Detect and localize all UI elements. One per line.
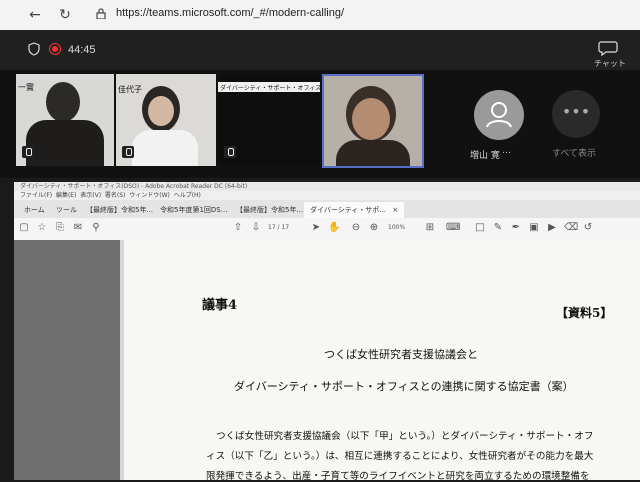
document-title: つくば女性研究者支援協議会と	[324, 348, 478, 361]
tab-document[interactable]: 【最終版】令和5年...	[230, 202, 309, 218]
pen-icon[interactable]: ✎	[492, 222, 504, 234]
tab-document[interactable]: 【最終版】令和5年...	[80, 202, 159, 218]
pdf-page[interactable]: 議事4 【資料5】 つくば女性研究者支援協議会と ダイバーシティ・サポート・オフ…	[124, 240, 640, 482]
page-indicator[interactable]: 17 / 17	[268, 224, 289, 231]
body-paragraph-line: ィス（以下「乙」という。）は、相互に連携することにより、女性研究者がその能力を最…	[206, 451, 594, 462]
participant-face	[352, 98, 390, 140]
participant-video-body	[132, 130, 198, 166]
menu-item-view[interactable]: 表示(V)	[80, 192, 101, 199]
tab-document-active[interactable]: ダイバーシティ・サポ... ×	[304, 202, 405, 218]
tag-icon[interactable]: ▶	[546, 222, 558, 234]
close-icon[interactable]: ×	[392, 206, 398, 214]
navigation-pane	[14, 240, 124, 480]
menu-item-help[interactable]: ヘルプ(H)	[174, 192, 201, 199]
menu-bar: ファイル(F) 編集(E) 表示(V) 署名(S) ウィンドウ(W) ヘルプ(H…	[14, 191, 640, 200]
crop-icon[interactable]: ⊞	[424, 222, 436, 234]
menu-item-file[interactable]: ファイル(F)	[20, 192, 52, 199]
page-up-icon[interactable]: ⇧	[232, 222, 244, 234]
tab-document[interactable]: 令和5年度第1回DS...	[154, 202, 233, 218]
email-icon[interactable]: ✉	[72, 222, 84, 234]
lock-icon[interactable]	[96, 8, 106, 19]
select-cursor-icon[interactable]: ➤	[310, 222, 322, 234]
person-icon	[486, 102, 512, 128]
delete-icon[interactable]: ⌫	[564, 222, 578, 234]
comment-icon[interactable]: □	[474, 222, 486, 234]
participant-name: 一實	[18, 83, 34, 92]
participant-tile[interactable]: 佳代子	[116, 74, 216, 166]
address-bar[interactable]: https://teams.microsoft.com/_#/modern-ca…	[116, 7, 344, 19]
bookmark-star-icon[interactable]: ☆	[36, 222, 48, 234]
print-icon[interactable]: ⎘	[54, 222, 66, 234]
mic-off-icon	[224, 146, 236, 158]
agenda-heading: 議事4	[202, 298, 238, 313]
document-title: ダイバーシティ・サポート・オフィスとの連携に関する協定書（案）	[234, 380, 574, 393]
call-timer: 44:45	[68, 44, 96, 56]
mic-off-icon	[22, 146, 34, 158]
tab-home[interactable]: ホーム	[18, 202, 51, 218]
sign-icon[interactable]: ✒	[510, 222, 522, 234]
zoom-in-icon[interactable]: ⊕	[368, 222, 380, 234]
participant-video-body	[26, 120, 104, 166]
back-arrow-icon[interactable]: ←	[26, 6, 44, 24]
zoom-level[interactable]: 100%	[388, 224, 405, 231]
tab-tools[interactable]: ツール	[50, 202, 83, 218]
avatar[interactable]	[474, 90, 524, 140]
participant-name: 増山 寛	[470, 151, 500, 161]
menu-item-sign[interactable]: 署名(S)	[105, 192, 126, 199]
search-icon[interactable]: ⚲	[90, 222, 102, 234]
tab-label: ダイバーシティ・サポ...	[310, 206, 386, 214]
participant-name: ダイバーシティ・サポート・オフィス(DSO) 会議・懇談会	[220, 85, 320, 92]
rotate-icon[interactable]: ↺	[582, 222, 594, 234]
acrobat-toolbar: ▢ ☆ ⎘ ✉ ⚲ ⇧ ⇩ 17 / 17 ➤ ✋ ⊖ ⊕ 100% ⊞ ⌨ □…	[14, 218, 640, 241]
chat-icon[interactable]	[598, 40, 618, 56]
participant-face	[148, 96, 174, 126]
save-icon[interactable]: ▢	[18, 222, 30, 234]
chat-label[interactable]: チャット	[594, 58, 626, 69]
page-down-icon[interactable]: ⇩	[250, 222, 262, 234]
recording-icon	[49, 43, 61, 55]
zoom-out-icon[interactable]: ⊖	[350, 222, 362, 234]
participant-name: 佳代子	[118, 85, 142, 94]
more-participants-button[interactable]: •••	[552, 90, 600, 138]
participant-tile-active-speaker[interactable]	[322, 74, 424, 168]
participant-tile[interactable]: ダイバーシティ・サポート・オフィス(DSO) 会議・懇談会	[218, 74, 320, 166]
participant-tile[interactable]: 一實	[16, 74, 114, 166]
keyboard-icon[interactable]: ⌨	[446, 222, 460, 234]
body-paragraph-line: つくば女性研究者支援協議会（以下「甲」という。）とダイバーシティ・サポート・オフ	[216, 431, 594, 442]
menu-item-window[interactable]: ウィンドウ(W)	[129, 192, 170, 199]
tab-bar: ホーム ツール 【最終版】令和5年... 令和5年度第1回DS... 【最終版】…	[14, 200, 640, 218]
participant-video	[46, 82, 80, 122]
menu-item-edit[interactable]: 編集(E)	[56, 192, 76, 199]
stamp-icon[interactable]: ▣	[528, 222, 540, 234]
view-all-label[interactable]: すべて表示	[552, 146, 596, 159]
teams-call-bar	[0, 30, 640, 70]
mic-off-icon	[122, 146, 134, 158]
hand-tool-icon[interactable]: ✋	[328, 222, 340, 234]
more-options-icon[interactable]: …	[502, 146, 511, 156]
participant-video-body	[336, 140, 410, 166]
document-reference: 【資料5】	[556, 306, 613, 320]
window-title: ダイバーシティ・サポート・オフィス(DSO) - Adobe Acrobat R…	[14, 182, 640, 191]
shield-icon[interactable]	[28, 42, 40, 56]
reload-icon[interactable]: ↻	[56, 6, 74, 24]
